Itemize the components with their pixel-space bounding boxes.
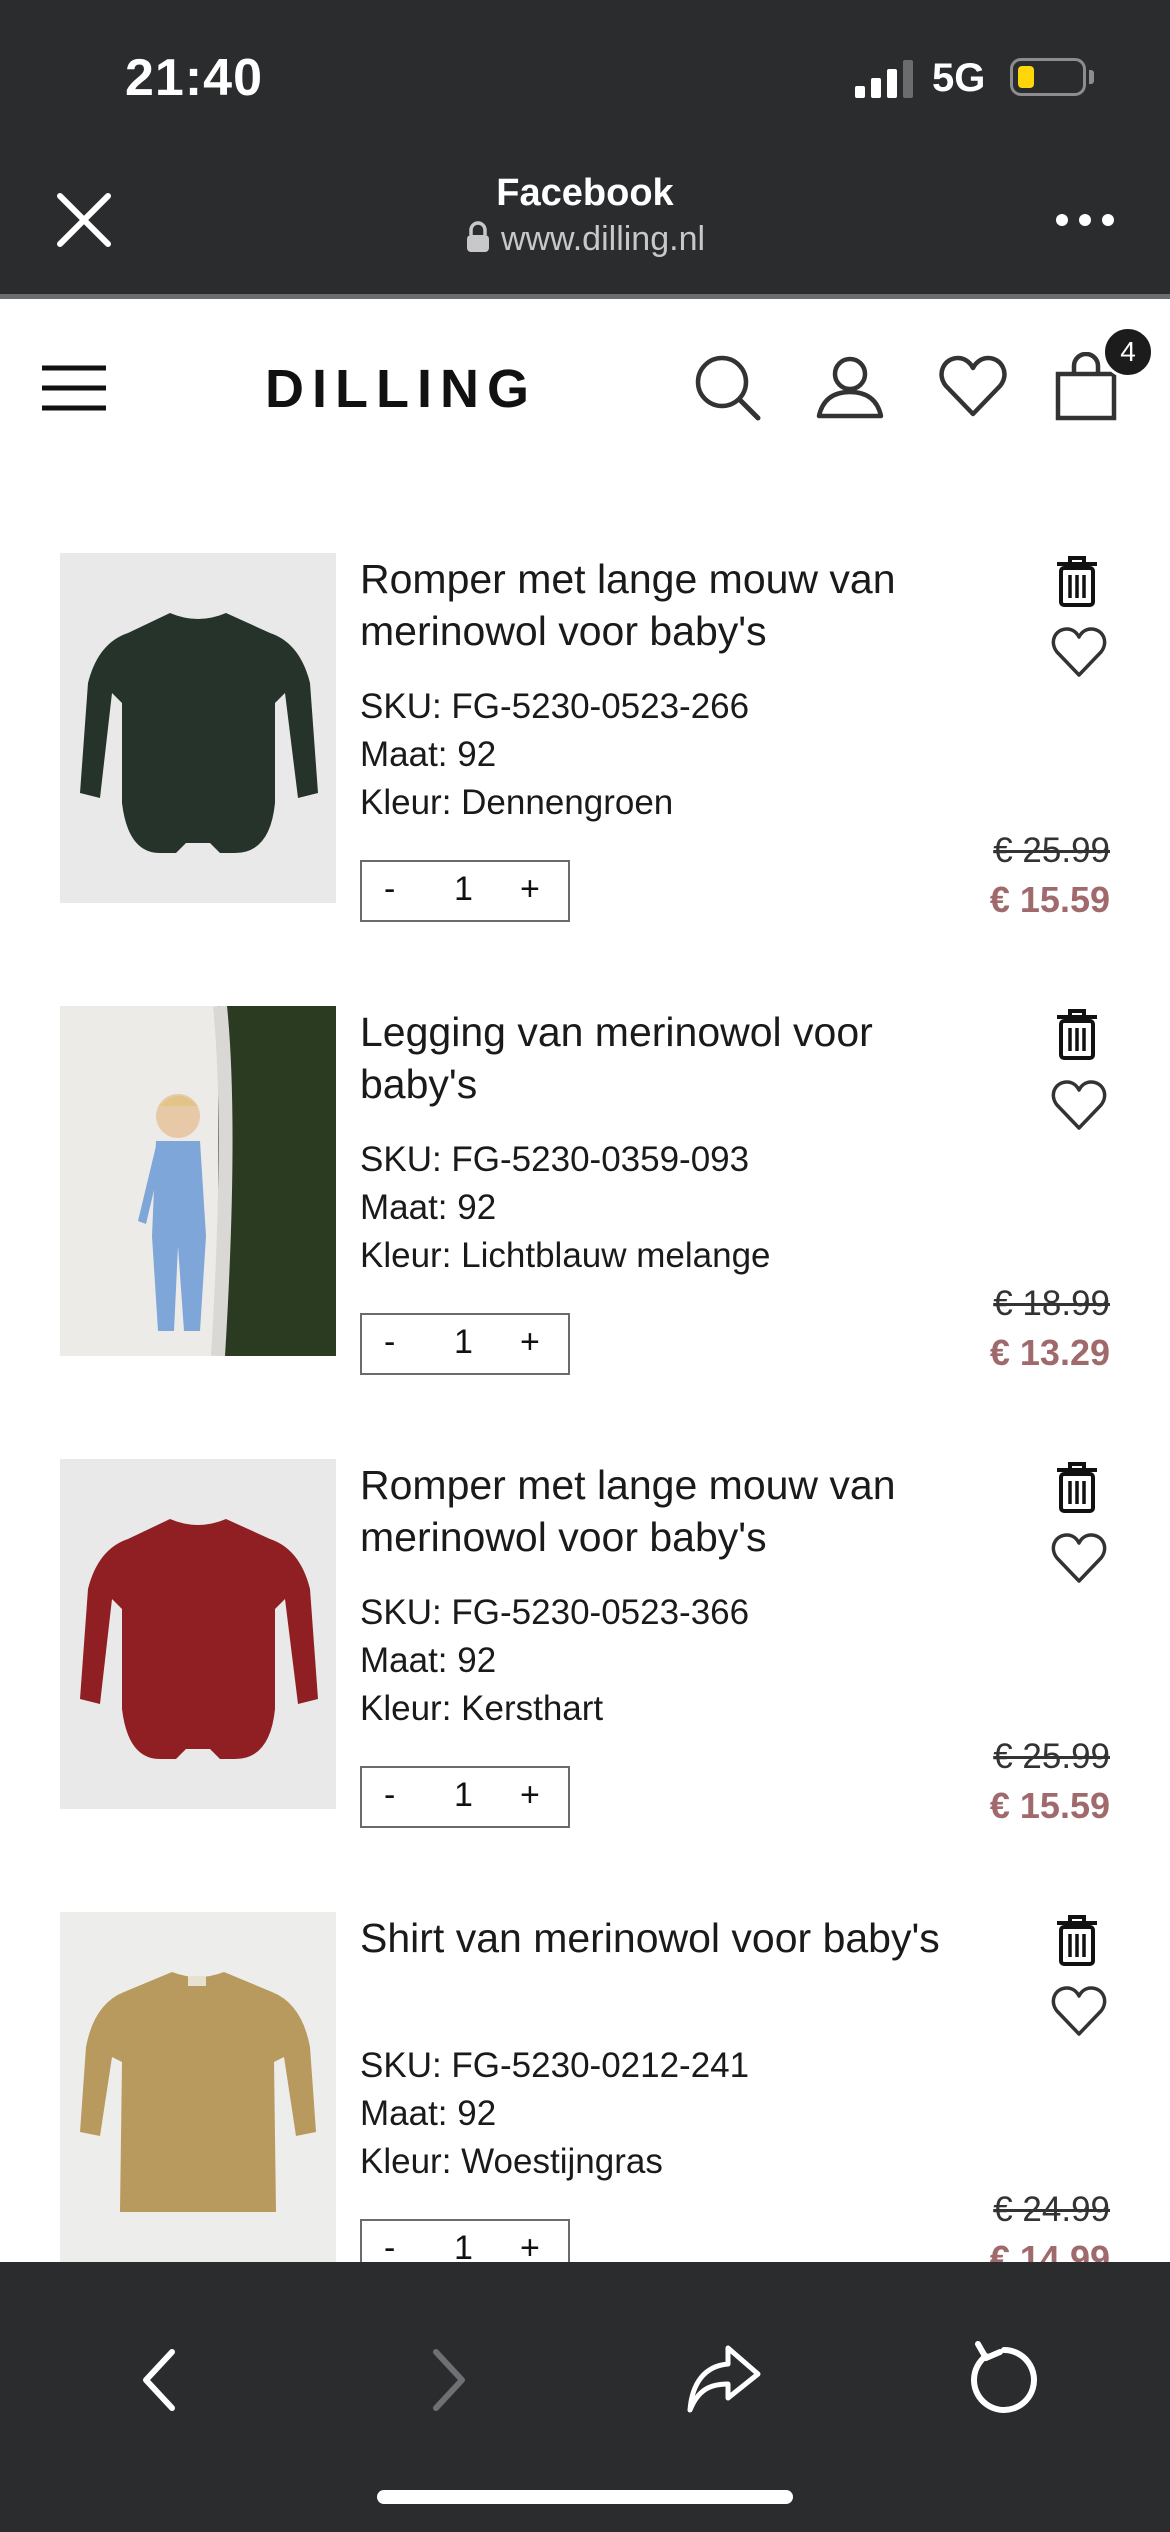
browser-url: www.dilling.nl <box>500 220 706 258</box>
product-image[interactable] <box>60 1459 336 1809</box>
qty-value[interactable]: 1 <box>454 1776 473 1815</box>
battery-icon <box>1010 58 1086 96</box>
product-size: Maat: 92 <box>360 1641 497 1680</box>
cart-item: Romper met lange mouw van merinowol voor… <box>0 553 1170 973</box>
product-image[interactable] <box>60 1006 336 1356</box>
chrome-divider <box>0 294 1170 299</box>
trash-icon[interactable] <box>1054 1914 1100 1966</box>
product-title[interactable]: Legging van merinowol voor baby's <box>360 1006 1000 1110</box>
quantity-stepper: - 1 + <box>360 860 570 922</box>
product-color: Kleur: Dennengroen <box>360 783 674 822</box>
more-icon[interactable] <box>1050 200 1120 240</box>
trash-icon[interactable] <box>1054 1461 1100 1513</box>
cart-count-badge: 4 <box>1102 326 1154 378</box>
site-logo[interactable]: DILLING <box>265 358 537 420</box>
qty-increase-button[interactable]: + <box>520 870 540 909</box>
qty-increase-button[interactable]: + <box>520 1776 540 1815</box>
qty-decrease-button[interactable]: - <box>384 1776 395 1815</box>
back-icon[interactable] <box>122 2340 202 2420</box>
quantity-stepper: - 1 + <box>360 1766 570 1828</box>
cart-item: Romper met lange mouw van merinowol voor… <box>0 1459 1170 1879</box>
browser-title: Facebook <box>496 172 674 214</box>
signal-icon <box>855 60 913 98</box>
original-price: € 24.99 <box>993 2190 1110 2229</box>
heart-icon[interactable] <box>1050 1984 1108 2038</box>
quantity-stepper: - 1 + <box>360 1313 570 1375</box>
site-header: DILLING 4 <box>0 300 1170 480</box>
menu-icon[interactable] <box>40 360 108 416</box>
heart-icon[interactable] <box>1050 1078 1108 1132</box>
browser-url-row[interactable]: www.dilling.nl <box>0 220 1170 259</box>
trash-icon[interactable] <box>1054 555 1100 607</box>
product-size: Maat: 92 <box>360 735 497 774</box>
product-sku: SKU: FG-5230-0523-366 <box>360 1593 750 1632</box>
search-icon[interactable] <box>692 352 762 422</box>
qty-value[interactable]: 1 <box>454 1323 473 1362</box>
original-price: € 25.99 <box>993 1737 1110 1776</box>
product-sku: SKU: FG-5230-0523-266 <box>360 687 750 726</box>
reload-icon[interactable] <box>964 2340 1044 2420</box>
qty-decrease-button[interactable]: - <box>384 870 395 909</box>
qty-decrease-button[interactable]: - <box>384 1323 395 1362</box>
browser-top-bar: 21:40 5G Facebook www.dilling.nl <box>0 0 1170 299</box>
home-indicator[interactable] <box>377 2490 793 2504</box>
product-image[interactable] <box>60 553 336 903</box>
battery-cap <box>1089 70 1094 84</box>
product-title[interactable]: Romper met lange mouw van merinowol voor… <box>360 1459 1000 1563</box>
account-icon[interactable] <box>815 352 885 422</box>
trash-icon[interactable] <box>1054 1008 1100 1060</box>
share-icon[interactable] <box>684 2340 764 2420</box>
sale-price: € 13.29 <box>989 1332 1110 1373</box>
qty-value[interactable]: 1 <box>454 870 473 909</box>
heart-icon[interactable] <box>1050 1531 1108 1585</box>
sale-price: € 15.59 <box>989 879 1110 920</box>
phone-screen: 21:40 5G Facebook www.dilling.nl DILLING… <box>0 0 1170 2532</box>
product-sku: SKU: FG-5230-0359-093 <box>360 1140 750 1179</box>
qty-increase-button[interactable]: + <box>520 1323 540 1362</box>
forward-icon[interactable] <box>406 2340 486 2420</box>
wishlist-icon[interactable] <box>938 352 1008 422</box>
product-image[interactable] <box>60 1912 336 2262</box>
product-color: Kleur: Lichtblauw melange <box>360 1236 771 1275</box>
product-size: Maat: 92 <box>360 1188 497 1227</box>
product-title[interactable]: Romper met lange mouw van merinowol voor… <box>360 553 1000 657</box>
product-color: Kleur: Woestijngras <box>360 2142 663 2181</box>
network-type: 5G <box>932 56 986 100</box>
original-price: € 25.99 <box>993 831 1110 870</box>
product-title[interactable]: Shirt van merinowol voor baby's <box>360 1912 1000 1964</box>
original-price: € 18.99 <box>993 1284 1110 1323</box>
lock-icon <box>466 221 489 252</box>
sale-price: € 15.59 <box>989 1785 1110 1826</box>
cart-item: Legging van merinowol voor baby's SKU: F… <box>0 1006 1170 1426</box>
product-sku: SKU: FG-5230-0212-241 <box>360 2046 750 2085</box>
heart-icon[interactable] <box>1050 625 1108 679</box>
status-time: 21:40 <box>125 49 263 107</box>
product-color: Kleur: Kersthart <box>360 1689 604 1728</box>
product-size: Maat: 92 <box>360 2094 497 2133</box>
